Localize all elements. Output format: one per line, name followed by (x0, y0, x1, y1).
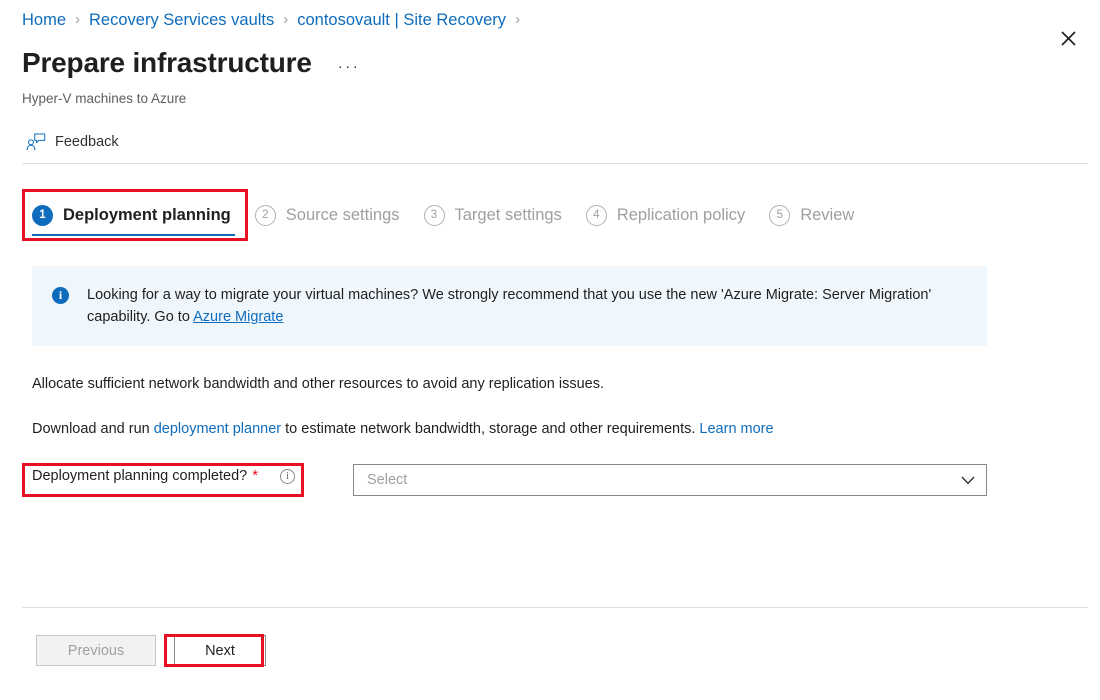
breadcrumb-item-home[interactable]: Home (22, 10, 66, 30)
breadcrumb-item-contosovault-site-recovery[interactable]: contosovault | Site Recovery (297, 10, 506, 30)
tab-number-1: 1 (32, 205, 53, 226)
tab-number-5: 5 (769, 205, 790, 226)
tab-number-2: 2 (255, 205, 276, 226)
tab-deployment-planning[interactable]: 1 Deployment planning (22, 190, 245, 240)
azure-migrate-link[interactable]: Azure Migrate (193, 309, 283, 325)
deployment-planning-label-text: Deployment planning completed? (32, 466, 247, 486)
tab-label-replication-policy: Replication policy (617, 205, 745, 225)
prepare-infrastructure-blade: Home › Recovery Services vaults › contos… (0, 0, 1100, 700)
tab-label-source-settings: Source settings (286, 205, 400, 225)
tab-replication-policy[interactable]: 4 Replication policy (576, 190, 759, 240)
deployment-planner-link[interactable]: deployment planner (154, 421, 281, 437)
wizard-footer: Previous Next (36, 635, 266, 666)
paragraph2-text-middle: to estimate network bandwidth, storage a… (281, 421, 699, 437)
breadcrumb-separator-icon: › (75, 10, 80, 30)
info-circle-icon[interactable]: i (280, 469, 295, 484)
tab-active-underline (32, 234, 235, 237)
feedback-label: Feedback (55, 134, 119, 150)
bandwidth-paragraph: Allocate sufficient network bandwidth an… (32, 374, 604, 394)
tab-target-settings[interactable]: 3 Target settings (414, 190, 576, 240)
feedback-button[interactable]: Feedback (22, 128, 127, 156)
learn-more-link[interactable]: Learn more (699, 421, 773, 437)
breadcrumb-item-recovery-services-vaults[interactable]: Recovery Services vaults (89, 10, 274, 30)
feedback-person-icon (26, 132, 46, 152)
breadcrumb: Home › Recovery Services vaults › contos… (22, 10, 529, 30)
footer-divider (22, 607, 1088, 608)
close-icon (1061, 31, 1076, 46)
next-button[interactable]: Next (174, 635, 266, 666)
breadcrumb-separator-icon: › (283, 10, 288, 30)
tab-label-target-settings: Target settings (455, 205, 562, 225)
command-bar: Feedback (22, 128, 127, 156)
deployment-planning-label: Deployment planning completed? * (32, 466, 258, 486)
page-subtitle: Hyper-V machines to Azure (22, 90, 186, 108)
azure-migrate-info-banner: i Looking for a way to migrate your virt… (32, 266, 987, 346)
title-row: Prepare infrastructure ··· (22, 44, 364, 82)
paragraph2-text-before: Download and run (32, 421, 154, 437)
deployment-planning-completed-select[interactable]: Select (353, 464, 987, 496)
chevron-down-icon (961, 476, 975, 485)
previous-button[interactable]: Previous (36, 635, 156, 666)
close-blade-button[interactable] (1050, 20, 1086, 56)
page-title: Prepare infrastructure (22, 44, 312, 82)
select-value: Select (367, 472, 407, 488)
info-icon: i (52, 287, 69, 304)
tab-label-deployment-planning: Deployment planning (63, 205, 231, 225)
deployment-planner-paragraph: Download and run deployment planner to e… (32, 419, 774, 439)
more-options-button[interactable]: ··· (334, 58, 365, 76)
tab-source-settings[interactable]: 2 Source settings (245, 190, 414, 240)
wizard-steps: 1 Deployment planning 2 Source settings … (22, 190, 868, 240)
tab-number-3: 3 (424, 205, 445, 226)
toolbar-divider (22, 163, 1088, 164)
required-marker: * (252, 469, 258, 483)
info-banner-text: Looking for a way to migrate your virtua… (87, 284, 942, 328)
tab-review[interactable]: 5 Review (759, 190, 868, 240)
tab-number-4: 4 (586, 205, 607, 226)
tab-label-review: Review (800, 205, 854, 225)
breadcrumb-separator-icon: › (515, 10, 520, 30)
